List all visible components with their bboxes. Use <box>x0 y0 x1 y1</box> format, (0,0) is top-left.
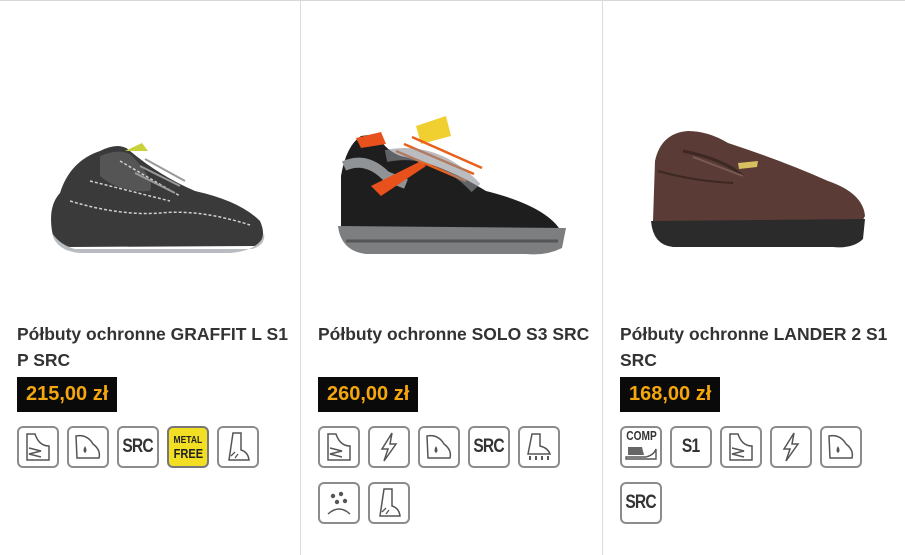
heel-energy-absorption-icon <box>820 426 862 468</box>
product-card[interactable]: Półbuty ochronne SOLO S3 SRC 260,00 zł S… <box>300 1 602 555</box>
boot-antistatic-icon <box>217 426 259 468</box>
product-price: 260,00 zł <box>318 377 419 412</box>
s1-badge: S1 <box>670 426 712 468</box>
sole-anti-perforation-icon <box>318 426 360 468</box>
src-badge: SRC <box>468 426 510 468</box>
product-price: 215,00 zł <box>17 377 118 412</box>
product-image[interactable] <box>311 71 591 311</box>
heel-energy-absorption-icon <box>418 426 460 468</box>
heel-energy-absorption-icon <box>67 426 109 468</box>
safety-badges: COMP S1 SRC <box>620 426 900 524</box>
sole-anti-perforation-icon <box>17 426 59 468</box>
safety-badges: SRC METAL FREE <box>17 426 297 468</box>
product-price: 168,00 zł <box>620 377 721 412</box>
sole-anti-perforation-icon <box>720 426 762 468</box>
product-grid: Półbuty ochronne GRAFFIT L S1 P SRC 215,… <box>0 0 905 555</box>
product-image[interactable] <box>10 71 290 311</box>
antistatic-lightning-icon <box>770 426 812 468</box>
src-badge: SRC <box>117 426 159 468</box>
product-card[interactable]: Półbuty ochronne LANDER 2 S1 SRC 168,00 … <box>602 1 904 555</box>
product-name[interactable]: Półbuty ochronne GRAFFIT L S1 P SRC <box>17 321 292 373</box>
metal-free-badge: METAL FREE <box>167 426 209 468</box>
safety-badges: SRC <box>318 426 598 524</box>
product-image[interactable] <box>613 71 893 311</box>
shoe-solo-image <box>338 116 566 255</box>
product-card[interactable]: Półbuty ochronne GRAFFIT L S1 P SRC 215,… <box>0 1 300 555</box>
antistatic-lightning-icon <box>368 426 410 468</box>
water-resistant-icon <box>318 482 360 524</box>
cleated-sole-icon <box>518 426 560 468</box>
boot-antistatic-icon <box>368 482 410 524</box>
shoe-graffit-image <box>51 143 265 253</box>
src-badge: SRC <box>620 482 662 524</box>
shoe-lander-image <box>651 131 865 248</box>
product-name[interactable]: Półbuty ochronne LANDER 2 S1 SRC <box>620 321 895 373</box>
comp-toe-cap-badge: COMP <box>620 426 662 468</box>
product-name[interactable]: Półbuty ochronne SOLO S3 SRC <box>318 321 593 347</box>
